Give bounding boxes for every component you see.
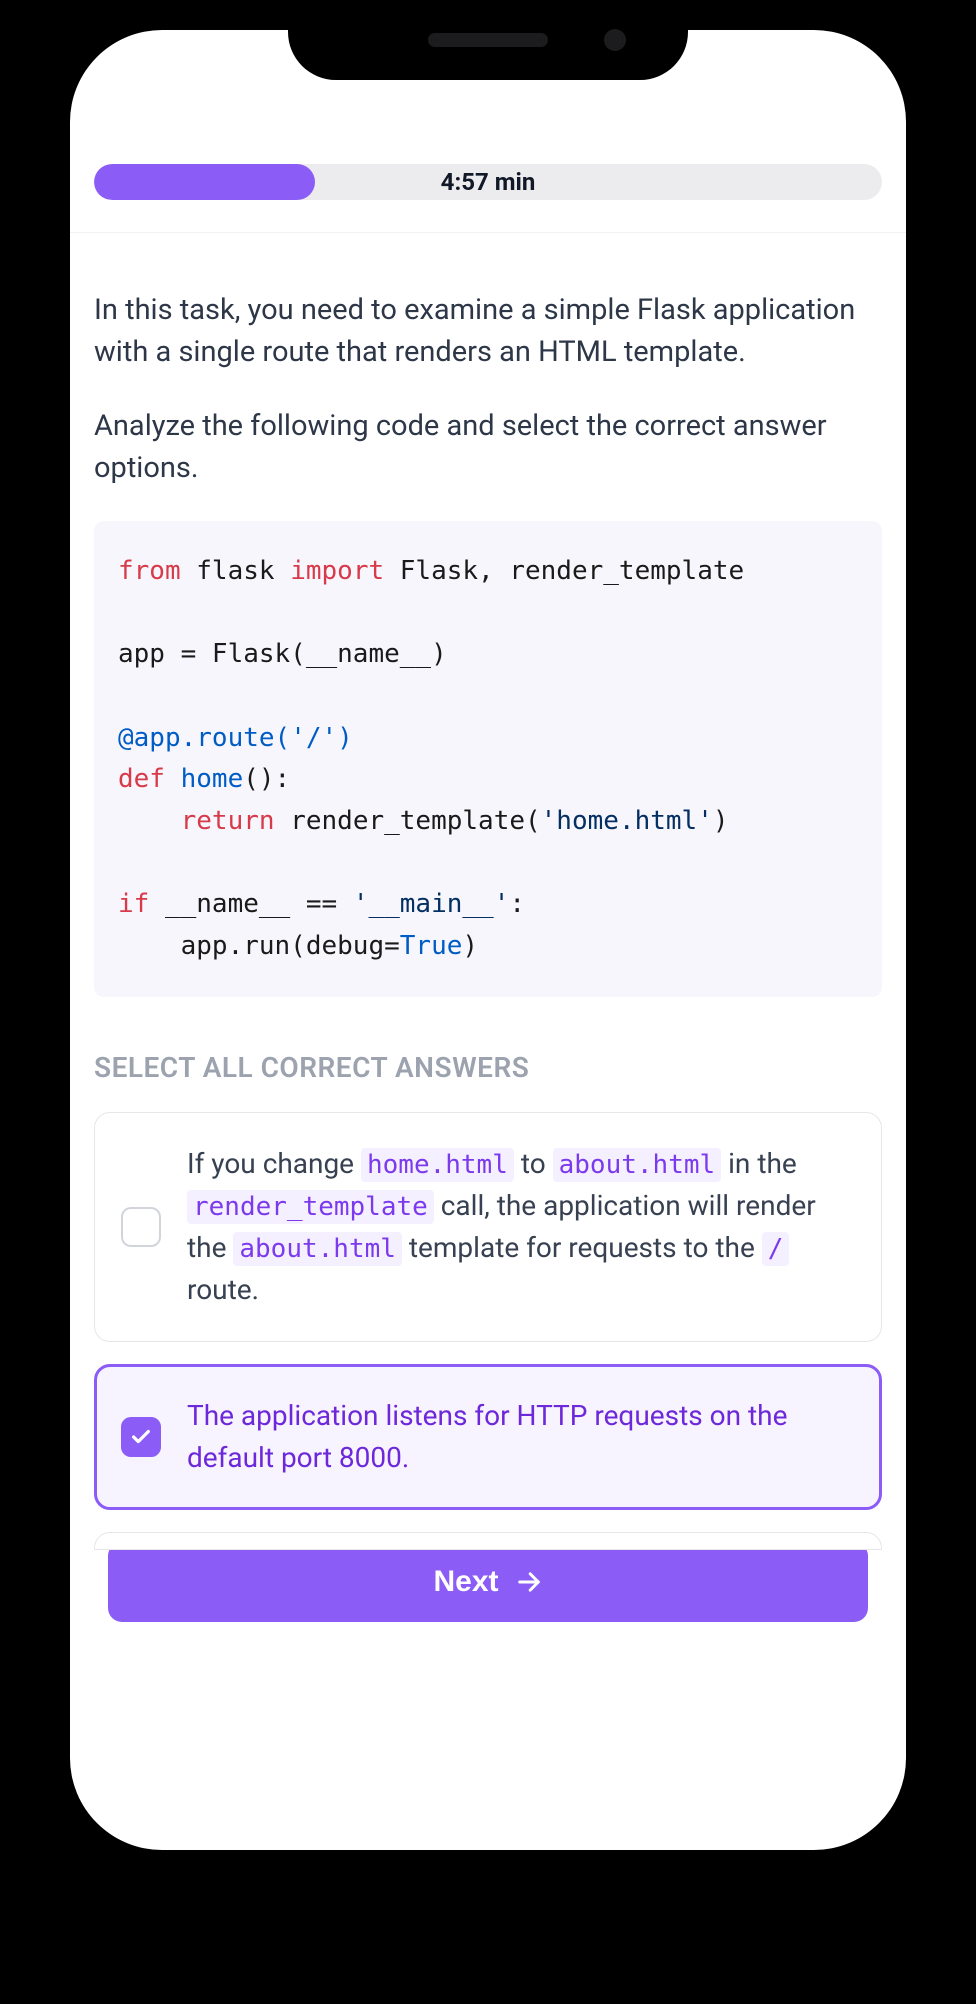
timer-label: 4:57 min — [441, 168, 536, 196]
app-screen: 4:57 min In this task, you need to exami… — [70, 30, 906, 1850]
code-block: from flask import Flask, render_template… — [94, 521, 882, 997]
progress-fill — [94, 164, 315, 200]
next-button-label: Next — [433, 1565, 498, 1599]
arrow-right-icon — [515, 1568, 543, 1596]
phone-notch — [288, 0, 688, 80]
answer-text: The application listens for HTTP request… — [187, 1395, 855, 1479]
phone-frame: 4:57 min In this task, you need to exami… — [40, 0, 936, 1880]
answers-label: SELECT ALL CORRECT ANSWERS — [94, 1051, 882, 1084]
answer-option-0[interactable]: If you change home.html to about.html in… — [94, 1112, 882, 1342]
next-button[interactable]: Next — [108, 1542, 868, 1622]
checkbox[interactable] — [121, 1207, 161, 1247]
options-list: If you change home.html to about.html in… — [94, 1112, 882, 1550]
answer-text: If you change home.html to about.html in… — [187, 1143, 855, 1311]
question-para-1: In this task, you need to examine a simp… — [94, 289, 882, 373]
checkbox[interactable] — [121, 1417, 161, 1457]
answer-option-1[interactable]: The application listens for HTTP request… — [94, 1364, 882, 1510]
answer-option-partial[interactable] — [94, 1532, 882, 1550]
progress-bar: 4:57 min — [94, 164, 882, 200]
timer-row: 4:57 min — [70, 140, 906, 233]
question-para-2: Analyze the following code and select th… — [94, 405, 882, 489]
